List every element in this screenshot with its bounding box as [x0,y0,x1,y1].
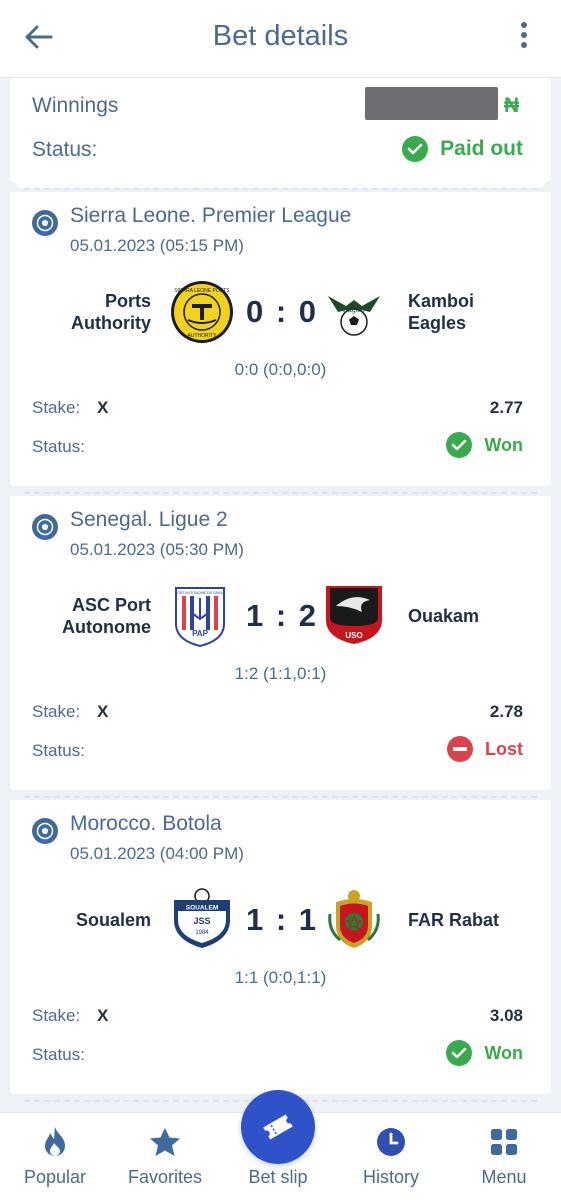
status-label: Status: [32,741,85,760]
far-rabat-logo [328,890,380,948]
match-card[interactable]: Sierra Leone. Premier League 05.01.2023 … [10,192,551,486]
kamboi-eagles-logo: Eagles [328,296,380,336]
match-card[interactable]: Morocco. Botola 05.01.2023 (04:00 PM) So… [10,800,551,1094]
nav-label: Favorites [127,1167,203,1187]
ouakam-logo: USO [326,586,382,644]
stake-value: X [97,398,109,417]
status-badge: Won [446,432,523,458]
away-team-name: Ouakam [408,605,528,627]
nav-favorites[interactable]: Favorites [110,1113,220,1200]
score-detail: 1:1 (0:0,1:1) [234,968,327,987]
dot-icon [521,22,527,28]
home-team-line: Soualem [75,910,151,930]
page-title: Bet details [212,20,349,52]
home-team-name: Soualem [31,909,151,931]
away-team-line: Kamboi [408,291,475,311]
match-date: 05.01.2023 (05:30 PM) [70,540,244,559]
winnings-amount-redacted [365,87,498,120]
asc-port-autonome-logo: PORT AUTONOME DE DAKAR PAP [175,587,226,648]
away-team-line: Ouakam [408,606,480,626]
check-circle-icon [402,136,429,162]
grid-menu-icon [487,1125,521,1159]
winnings-label: Winnings [32,94,119,117]
stake-value: X [97,1006,109,1025]
nav-popular[interactable]: Popular [0,1113,110,1200]
paid-out-text: Paid out [440,137,523,160]
ticket-icon [263,1114,293,1140]
logo-text: PORT AUTONOME DE DAKAR [175,591,226,595]
dot-icon [521,42,527,48]
summary-status-label: Status: [32,138,98,161]
league-name: Sierra Leone. Premier League [70,204,352,227]
odds-value: 2.77 [489,398,523,417]
home-team-line: Authority [71,313,151,333]
dot-icon [521,32,527,38]
match-score: 1 : 1 [245,902,319,937]
stake-label: Stake: [32,702,81,721]
currency-symbol: ₦ [504,94,520,117]
soccer-ball-icon [32,210,58,236]
away-team-line: Eagles [408,313,467,333]
match-score: 1 : 2 [245,598,319,633]
logo-text: Eagles [343,307,365,314]
clock-icon [374,1125,408,1159]
status-label: Status: [32,1045,85,1064]
logo-text: 1984 [195,930,209,936]
paid-out-status: Paid out [402,136,523,162]
home-team-line: Ports [104,291,151,311]
star-icon [148,1125,182,1159]
home-team-line: Autonome [62,617,151,637]
flame-icon [38,1125,72,1159]
home-team-name: Ports Authority [31,290,151,334]
odds-value: 2.78 [489,702,523,721]
check-circle-icon [446,432,473,458]
odds-value: 3.08 [489,1006,523,1025]
nav-label: Menu [481,1167,527,1187]
status-text: Won [484,1042,523,1063]
soccer-ball-icon [32,818,58,844]
score-detail: 1:2 (1:1,0:1) [234,664,327,683]
match-date: 05.01.2023 (05:15 PM) [70,236,244,255]
away-team-name: FAR Rabat [408,909,528,931]
logo-text: SOUALEM [186,905,219,912]
nav-history[interactable]: History [336,1113,446,1200]
ports-authority-logo: SIERRA LEONE PORTS AUTHORITY [171,281,233,343]
status-badge: Won [446,1040,523,1066]
home-team-name: ASC Port Autonome [31,594,151,638]
logo-text: JSS [193,916,210,926]
status-badge: Lost [447,736,523,762]
match-card[interactable]: Senegal. Ligue 2 05.01.2023 (05:30 PM) A… [10,496,551,790]
minus-circle-icon [447,736,473,762]
nav-label: Popular [23,1167,87,1187]
stake-value: X [97,702,109,721]
more-options-button[interactable] [517,20,531,50]
away-team-name: Kamboi Eagles [408,290,528,334]
soualem-logo: SOUALEM JSS 1984 [174,888,230,948]
home-team-line: ASC Port [71,595,151,615]
league-name: Senegal. Ligue 2 [70,508,228,531]
status-label: Status: [32,437,85,456]
soccer-ball-icon [32,514,58,540]
bet-slip-button[interactable] [241,1090,315,1164]
stake-label: Stake: [32,1006,81,1025]
nav-menu[interactable]: Menu [449,1113,559,1200]
match-date: 05.01.2023 (04:00 PM) [70,844,244,863]
nav-label: Bet slip [248,1167,308,1187]
status-text: Lost [485,738,523,759]
app-header: Bet details [0,0,561,78]
score-detail: 0:0 (0:0,0:0) [234,360,327,379]
bet-summary-card: Winnings ₦ Status: Paid out [10,78,551,188]
logo-text: USO [345,631,362,640]
logo-text: AUTHORITY [188,333,218,339]
match-score: 0 : 0 [245,294,319,329]
logo-text: PAP [192,629,209,638]
check-circle-icon [446,1040,473,1066]
nav-label: History [362,1167,419,1187]
logo-text: SIERRA LEONE PORTS [174,288,230,294]
status-text: Won [484,434,523,455]
stake-label: Stake: [32,398,81,417]
away-team-line: FAR Rabat [408,910,500,930]
league-name: Morocco. Botola [70,812,222,835]
